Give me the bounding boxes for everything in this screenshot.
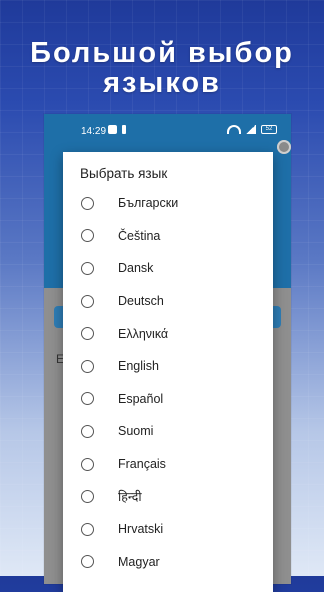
radio-unchecked-icon[interactable] [81,294,94,308]
radio-unchecked-icon[interactable] [81,522,94,536]
promo-heading: Большой выбор языков [0,38,324,98]
battery-icon: 52 [261,125,277,134]
language-dialog: Выбрать язык Български Čeština Dansk Deu… [63,152,273,592]
language-option[interactable]: Deutsch [63,285,273,318]
promo-line-1: Большой выбор [30,37,294,69]
radio-unchecked-icon[interactable] [81,196,94,210]
language-option[interactable]: Български [63,187,273,220]
radio-unchecked-icon[interactable] [81,229,94,243]
language-label: Español [118,391,164,406]
language-label: Magyar [118,554,160,569]
language-options-list: Български Čeština Dansk Deutsch Ελληνικά… [63,187,273,578]
radio-unchecked-icon[interactable] [81,457,94,471]
language-label: Hrvatski [118,522,164,537]
signal-icon [246,125,256,134]
notification-icon [108,125,117,134]
language-label: Български [118,196,179,211]
language-label: हिन्दी [118,490,142,505]
status-time: 14:29 [81,126,107,137]
language-label: Français [118,457,166,472]
language-label: Ελληνικά [118,326,169,341]
language-label: Dansk [118,261,154,276]
status-bar: 14:29 52 [44,114,291,148]
radio-unchecked-icon[interactable] [81,327,94,341]
language-option[interactable]: Ελληνικά [63,317,273,350]
language-label: English [118,359,159,374]
language-label: Deutsch [118,294,164,309]
radio-unchecked-icon[interactable] [81,392,94,406]
language-label: Čeština [118,228,161,243]
promo-line-2: языков [103,67,221,99]
language-option[interactable]: Suomi [63,415,273,448]
language-option[interactable]: Magyar [63,546,273,579]
radio-unchecked-icon[interactable] [81,424,94,438]
wifi-icon [227,125,241,134]
language-option[interactable]: Español [63,383,273,416]
radio-unchecked-icon[interactable] [81,359,94,373]
language-option[interactable]: Dansk [63,252,273,285]
radio-unchecked-icon[interactable] [81,261,94,275]
language-option[interactable]: हिन्दी [63,480,273,513]
dialog-title: Выбрать язык [80,166,168,181]
gear-icon[interactable] [277,140,291,154]
status-icons: 52 [227,125,277,134]
language-option[interactable]: Français [63,448,273,481]
language-option[interactable]: Hrvatski [63,513,273,546]
language-label: Suomi [118,424,154,439]
radio-unchecked-icon[interactable] [81,490,94,504]
language-option[interactable]: Čeština [63,220,273,253]
notification-icon-2 [122,125,126,134]
language-option[interactable]: English [63,350,273,383]
radio-unchecked-icon[interactable] [81,555,94,569]
